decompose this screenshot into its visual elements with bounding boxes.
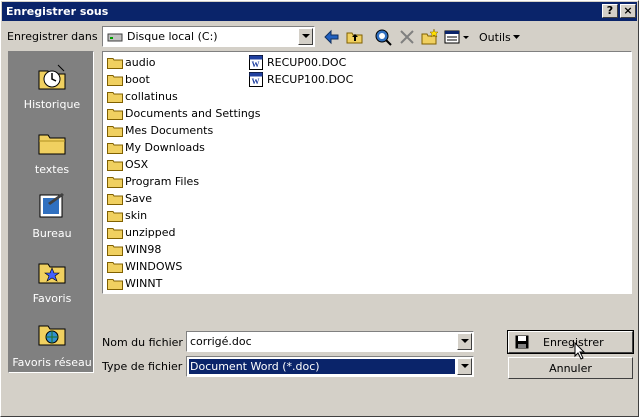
location-combo[interactable]: Disque local (C:) — [102, 26, 315, 47]
folder-icon — [107, 109, 123, 120]
save-as-dialog: Enregistrer sous ? × Enregistrer dans : … — [0, 0, 639, 417]
place-history[interactable]: Historique — [9, 58, 95, 122]
folder-icon — [107, 92, 123, 103]
filetype-selection: Document Word (*.doc) — [188, 358, 456, 375]
folder-icon — [107, 58, 123, 69]
back-arrow-icon — [324, 29, 339, 45]
tools-label: Outils — [479, 31, 511, 44]
svg-text:W: W — [252, 77, 260, 86]
up-folder-icon — [346, 32, 363, 44]
place-label: Favoris — [32, 292, 72, 305]
folder-icon — [107, 177, 123, 188]
up-folder-button[interactable] — [344, 27, 366, 47]
new-folder-button[interactable] — [419, 27, 441, 47]
place-label: Favoris réseau — [12, 356, 92, 369]
web-search-button[interactable] — [373, 27, 395, 47]
filetype-label: Type de fichier : — [102, 360, 190, 373]
folder-icon — [107, 211, 123, 222]
cancel-button[interactable]: Annuler — [508, 357, 633, 379]
desktop-icon — [39, 193, 64, 218]
web-search-icon — [375, 29, 392, 46]
chevron-down-icon — [513, 35, 520, 39]
place-favorites[interactable]: Favoris — [9, 252, 95, 316]
filename-field[interactable]: corrigé.doc — [186, 331, 474, 352]
delete-icon — [400, 30, 414, 44]
close-button[interactable]: × — [620, 4, 636, 18]
location-value: Disque local (C:) — [127, 30, 218, 43]
favorites-icon — [38, 263, 66, 284]
floppy-disk-icon — [515, 335, 529, 349]
filename-dropdown-arrow[interactable] — [457, 333, 472, 350]
history-icon — [38, 64, 66, 90]
views-button[interactable] — [442, 27, 472, 47]
filename-value: corrigé.doc — [190, 335, 252, 348]
folder-icon — [107, 194, 123, 205]
folder-icon — [107, 262, 123, 273]
filetype-select[interactable]: Document Word (*.doc) — [186, 356, 474, 377]
place-textes[interactable]: textes — [9, 123, 95, 187]
place-label: Historique — [23, 98, 81, 111]
place-label: textes — [34, 163, 70, 176]
folder-icon — [107, 160, 123, 171]
filename-label: Nom du fichier : — [102, 336, 191, 349]
cancel-button-label: Annuler — [549, 362, 592, 375]
place-label: Bureau — [32, 227, 72, 240]
location-dropdown-arrow[interactable] — [298, 28, 313, 45]
place-network[interactable]: Favoris réseau — [9, 316, 95, 380]
word-document-icon: W — [249, 55, 263, 70]
mouse-cursor-icon — [574, 342, 586, 360]
folder-icon — [107, 126, 123, 137]
word-document-icon: W — [249, 72, 263, 87]
drive-icon — [107, 33, 123, 42]
save-button[interactable]: Enregistrer — [507, 330, 634, 354]
place-desktop[interactable]: Bureau — [9, 187, 95, 251]
svg-text:W: W — [252, 60, 260, 69]
filetype-dropdown-arrow[interactable] — [457, 358, 472, 375]
delete-button[interactable] — [396, 27, 418, 47]
filetype-value: Document Word (*.doc) — [190, 360, 320, 373]
save-in-label: Enregistrer dans : — [7, 30, 105, 43]
folder-icon — [107, 245, 123, 256]
new-folder-icon — [421, 28, 439, 45]
folder-icon — [38, 134, 66, 155]
help-button[interactable]: ? — [602, 4, 618, 18]
title-bar: Enregistrer sous ? × — [2, 2, 637, 21]
folder-icon — [107, 279, 123, 290]
folder-icon — [107, 75, 123, 86]
back-button[interactable] — [321, 27, 343, 47]
network-icon — [38, 325, 66, 346]
places-bar: Historique textes Bureau Favoris Favoris… — [8, 51, 94, 373]
views-icon — [444, 30, 469, 44]
window-title: Enregistrer sous — [6, 5, 109, 18]
folder-icon — [107, 228, 123, 239]
folder-icon — [107, 143, 123, 154]
tools-menu[interactable]: Outils — [477, 27, 523, 47]
file-list[interactable]: audio boot collatinus Documents and Sett… — [102, 51, 632, 294]
